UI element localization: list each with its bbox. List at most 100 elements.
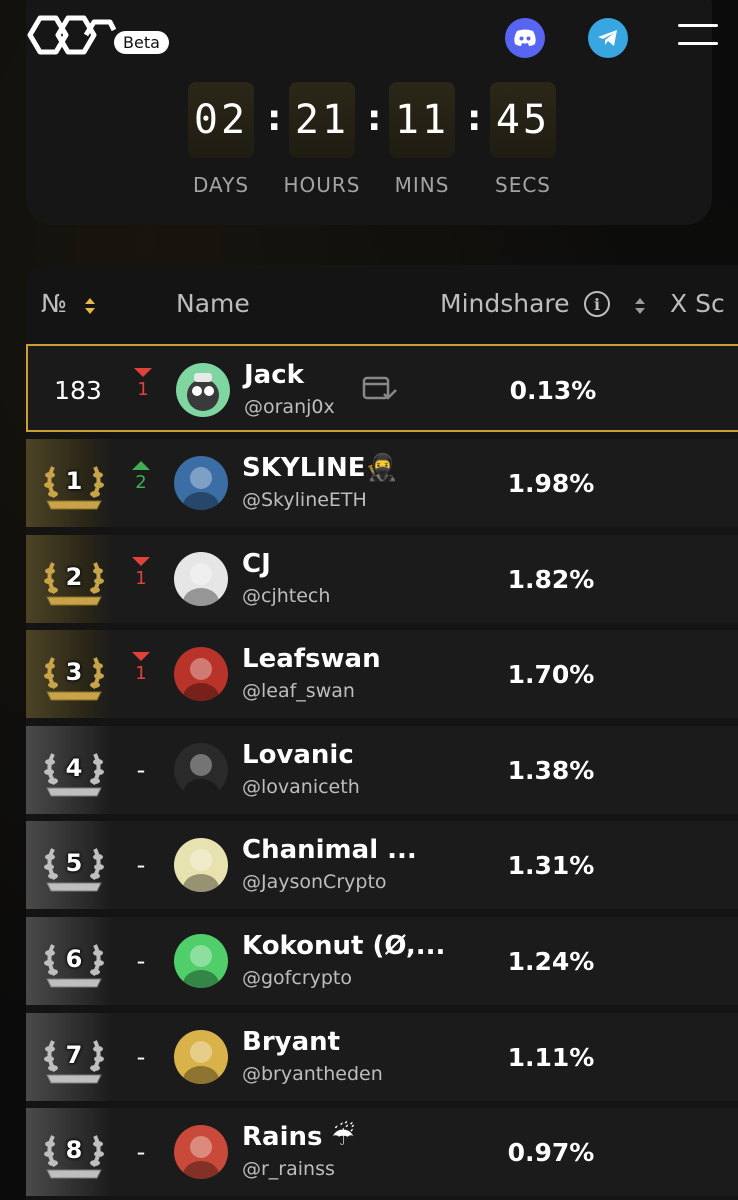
rank-badge: 3 [26,630,112,719]
user-name: Kokonut (Ø,... [242,931,446,961]
rank-down-icon [132,652,150,662]
user-handle: @JaysonCrypto [242,871,387,894]
table-row[interactable]: 1 2 SKYLINE🥷 @SkylineETH 1.98% [26,439,738,527]
countdown-days-label: DAYS [192,173,250,197]
countdown-colon: : [267,98,282,139]
rank-down-icon [132,556,150,566]
rank-change-value: 1 [135,567,147,589]
mindshare-value: 1.11% [507,1042,595,1072]
col-x-header[interactable]: X Sc [670,289,725,318]
rank-down-icon [134,368,152,377]
user-handle: @cjhtech [242,584,331,607]
user-handle: @SkylineETH [242,489,367,511]
mindshare-value: 0.13% [509,376,597,405]
avatar [174,1029,228,1084]
rank-change-value: - [136,1138,146,1167]
mindshare-value: 0.97% [507,1138,595,1168]
rank-change-value: 1 [137,379,149,400]
menu-icon-line [678,42,718,45]
table-row[interactable]: 6 - Kokonut (Ø,... @gofcrypto 1.24% [26,917,738,1005]
info-icon[interactable]: i [584,291,610,317]
mindshare-value: 1.31% [507,851,595,881]
col-name-header: Name [176,289,250,318]
wallet-verified-icon[interactable] [362,374,398,404]
countdown-mins-label: MINS [394,173,450,197]
user-name: Rains ☔ [242,1122,355,1153]
beta-badge: Beta [114,31,169,54]
rank-change-value: 1 [135,663,147,685]
rank-badge: 5 [26,821,112,910]
rank-change-value: 2 [135,472,147,493]
current-user-row[interactable]: 183 1 Jack @oranj0x 0.13% [26,344,738,432]
table-header: № Name Mindshare i X Sc [26,265,738,343]
user-handle: @bryantheden [242,1062,383,1085]
avatar [174,742,228,797]
rank-change: 1 [126,652,156,684]
avatar [176,363,230,417]
discord-button[interactable] [505,18,545,58]
rank-badge: 1 [26,439,112,527]
leaderboard-table: № Name Mindshare i X Sc 183 1 Jack @oran… [26,265,738,1200]
col-mindshare-header[interactable]: Mindshare [440,289,570,318]
table-row[interactable]: 5 - Chanimal ... @JaysonCrypto 1.31% [26,821,738,910]
user-handle: @lovaniceth [242,775,360,798]
telegram-icon [598,30,617,46]
sort-icon[interactable] [634,297,646,315]
rank-badge: 4 [26,725,112,814]
rank-change: 1 [126,556,156,589]
table-row[interactable]: 2 1 CJ @cjhtech 1.82% [26,534,738,623]
table-row[interactable]: 4 - Lovanic @lovaniceth 1.38% [26,725,738,814]
logo-icon[interactable] [26,10,116,60]
mindshare-value: 1.38% [507,755,595,785]
rank-badge: 8 [26,1108,112,1197]
user-handle: @oranj0x [244,396,335,418]
countdown-colon: : [367,98,382,139]
avatar [174,551,228,606]
avatar [174,647,228,702]
user-name: Lovanic [242,739,354,770]
col-rank-header[interactable]: № [41,289,67,318]
rank-change-value: - [136,755,146,784]
user-name: SKYLINE🥷 [242,453,398,483]
avatar [174,456,228,510]
mindshare-value: 1.70% [507,660,595,690]
menu-icon-line [678,24,718,27]
rank-up-icon [132,461,150,470]
rank-change-value: - [136,851,146,880]
user-handle: @gofcrypto [242,967,353,989]
rank-number: 3 [65,658,83,687]
countdown-days: 02 [188,82,254,158]
user-name: Chanimal ... [242,835,417,866]
countdown-mins: 11 [389,82,455,158]
menu-button[interactable] [678,24,718,52]
user-name: Bryant [242,1026,341,1057]
top-bar: Beta [0,0,738,80]
mindshare-value: 1.24% [507,947,595,976]
discord-icon [514,29,536,46]
rank-badge: 7 [26,1012,112,1101]
table-row[interactable]: 3 1 Leafswan @leaf_swan 1.70% [26,630,738,719]
user-name: Leafswan [242,644,381,675]
mindshare-value: 1.82% [507,564,595,594]
user-handle: @r_rainss [242,1158,335,1181]
rank-number: 1 [65,467,83,495]
avatar [174,1125,228,1180]
rank-number: 5 [65,849,83,878]
table-row[interactable]: 7 - Bryant @bryantheden 1.11% [26,1012,738,1101]
telegram-button[interactable] [588,18,628,58]
rank-number: 8 [65,1136,83,1165]
rank-badge: 2 [26,534,112,623]
rank-change: 2 [126,461,156,493]
rank-number: 6 [65,945,83,973]
rank-change-value: - [136,1042,146,1071]
rank-number: 4 [65,753,83,782]
rank-number: 2 [65,562,83,591]
rank-number: 7 [65,1040,83,1069]
avatar [174,934,228,988]
table-row[interactable]: 8 - Rains ☔ @r_rainss 0.97% [26,1108,738,1197]
rank-change-value: - [136,947,146,975]
rank-number: 183 [54,375,102,405]
rank-badge: 6 [26,917,112,1005]
sort-icon[interactable] [84,297,96,315]
user-name: Jack [244,360,304,390]
